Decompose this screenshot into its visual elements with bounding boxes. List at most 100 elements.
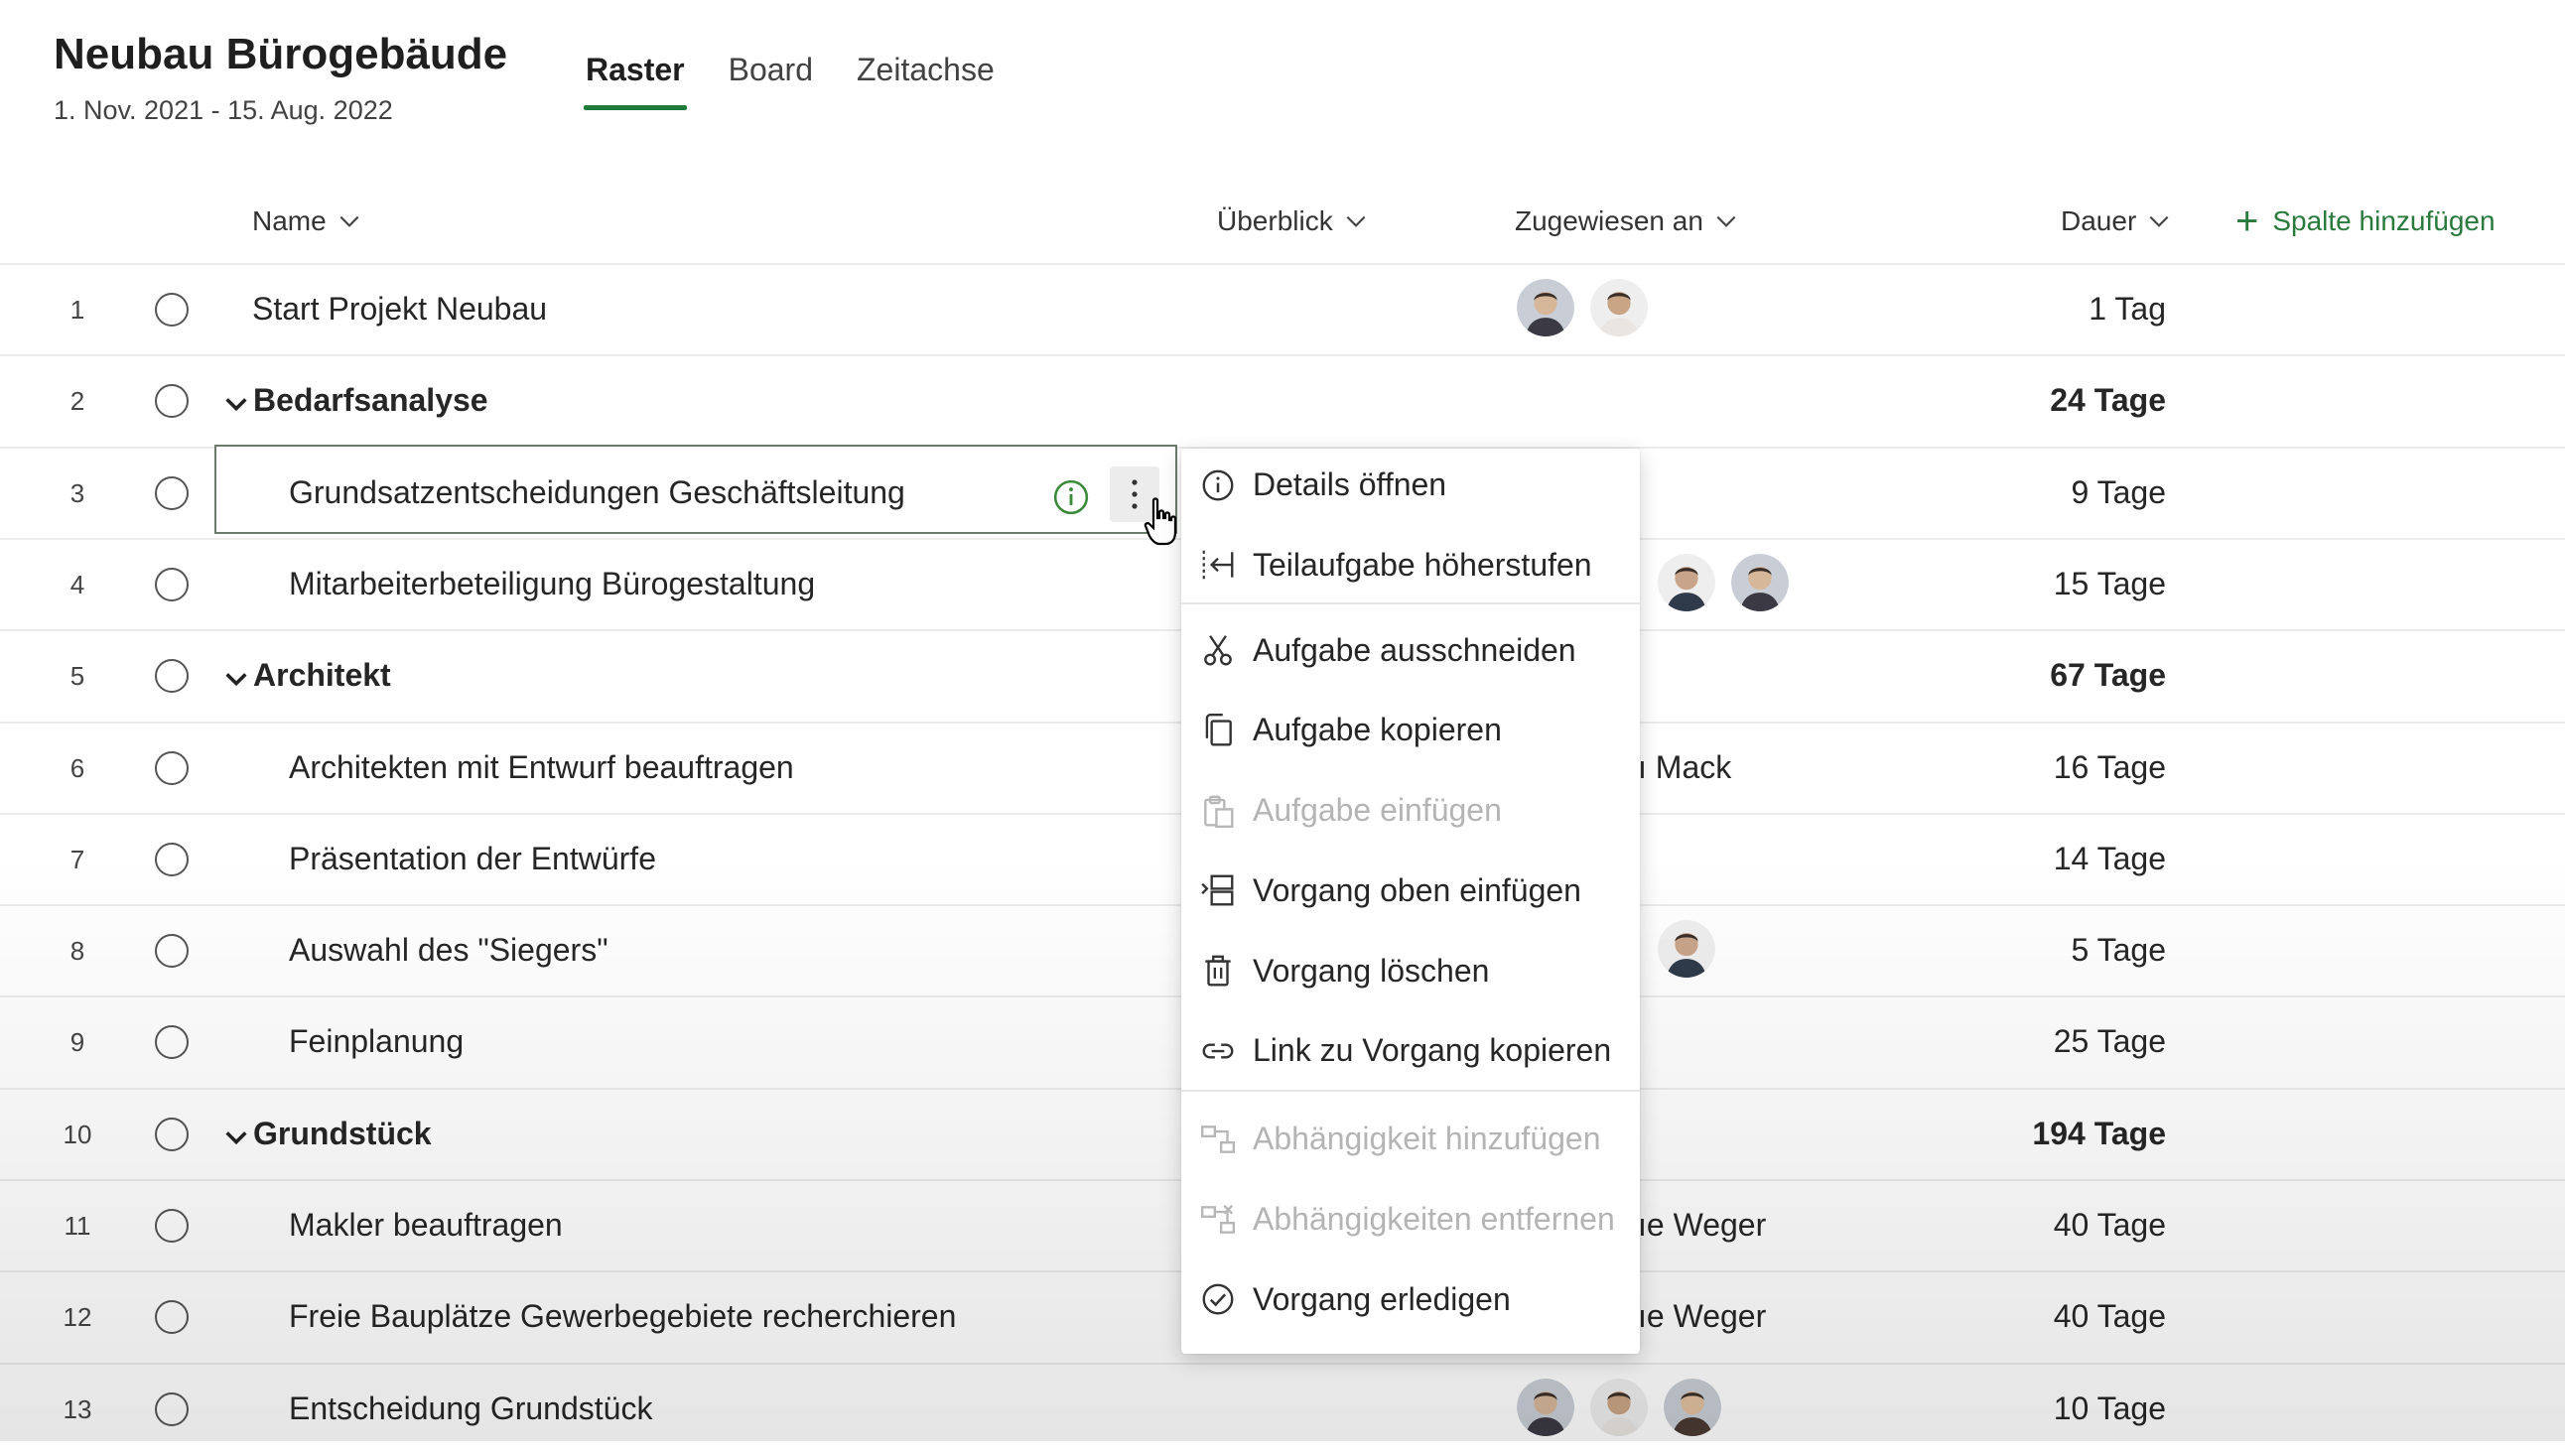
task-complete-checkbox[interactable] [155,1025,189,1060]
plan-title: Neubau Bürogebäude [54,30,508,78]
assignee-avatars[interactable] [1517,1378,1721,1436]
task-duration[interactable]: 15 Tage [2054,566,2166,602]
column-header-assigned[interactable]: Zugewiesen an [1515,199,1739,244]
avatar[interactable] [1517,1378,1574,1436]
task-name[interactable]: Mitarbeiterbeteiligung Bürogestaltung [289,566,815,602]
task-duration[interactable]: 5 Tage [2072,932,2167,969]
task-complete-checkbox[interactable] [155,659,189,694]
task-name[interactable]: Architekten mit Entwurf beauftragen [289,749,794,786]
assignee-avatars[interactable] [1658,553,1789,611]
task-row-number: 3 [69,477,85,508]
column-header-name[interactable]: Name [252,199,362,244]
task-duration[interactable]: 10 Tage [2054,1390,2166,1427]
task-complete-checkbox[interactable] [155,293,189,327]
avatar[interactable] [1664,1378,1721,1436]
task-duration[interactable]: 14 Tage [2054,841,2166,877]
menu-item-scissors[interactable]: Aufgabe ausschneiden [1181,615,1640,685]
task-name[interactable]: Start Projekt Neubau [252,291,547,328]
task-row-number: 5 [69,661,85,692]
add-column-label: Spalte hinzufügen [2272,205,2496,236]
task-complete-checkbox[interactable] [155,934,189,969]
promote-icon [1202,551,1234,580]
assignee-avatars[interactable] [1658,920,1715,979]
menu-item-check-circle[interactable]: Vorgang erledigen [1181,1264,1640,1334]
avatar[interactable] [1731,553,1789,611]
view-tabs: Raster Board Zeitachse [584,52,995,110]
column-header-duration-label: Dauer [2061,205,2137,236]
tab-raster[interactable]: Raster [584,52,687,110]
task-row-number: 10 [63,1119,92,1149]
task-complete-checkbox[interactable] [155,1117,189,1151]
task-complete-checkbox[interactable] [155,750,189,785]
task-name[interactable]: Präsentation der Entwürfe [289,841,656,877]
menu-item-label: Vorgang oben einfügen [1253,871,1581,908]
task-complete-checkbox[interactable] [155,567,189,601]
avatar[interactable] [1590,1378,1648,1436]
menu-item-label: Vorgang erledigen [1253,1280,1511,1317]
task-duration[interactable]: 24 Tage [2050,382,2166,419]
task-name[interactable]: Freie Bauplätze Gewerbegebiete recherchi… [289,1298,956,1335]
task-group-name[interactable]: Bedarfsanalyse [253,382,488,419]
chevron-down-icon[interactable] [222,665,250,693]
task-duration[interactable]: 40 Tage [2054,1207,2166,1244]
task-duration[interactable]: 40 Tage [2054,1298,2166,1335]
task-row[interactable]: 2 Bedarfsanalyse 24 Tage [0,354,2565,448]
task-row-number: 11 [64,1211,91,1241]
task-complete-checkbox[interactable] [155,1391,189,1426]
trash-icon [1205,955,1231,987]
task-complete-checkbox[interactable] [155,1209,189,1243]
assignee-name[interactable]: ıe Weger [1638,1207,1766,1244]
avatar[interactable] [1658,920,1715,979]
add-column-button[interactable]: + Spalte hinzufügen [2235,199,2496,244]
chevron-down-icon[interactable] [222,1124,250,1151]
tab-zeitachse[interactable]: Zeitachse [857,52,995,110]
task-duration[interactable]: 67 Tage [2050,657,2166,694]
task-complete-checkbox[interactable] [155,842,189,876]
task-row-number: 12 [63,1302,92,1333]
task-row[interactable]: 13 Entscheidung Grundstück 10 Tage [0,1362,2565,1456]
column-header-duration[interactable]: Dauer [2061,199,2172,244]
task-row[interactable]: 1 Start Projekt Neubau 1 Tag [0,263,2565,356]
column-header-overview[interactable]: Überblick [1217,199,1369,244]
chevron-down-icon[interactable] [222,390,250,418]
task-context-menu: Details öffnen Teilaufgabe höherstufen Auf… [1181,449,1640,1354]
task-name[interactable]: Makler beauftragen [289,1207,563,1244]
tab-board[interactable]: Board [729,52,813,110]
plan-date-range: 1. Nov. 2021 - 15. Aug. 2022 [54,95,393,125]
task-duration[interactable]: 16 Tage [2054,749,2166,786]
task-duration[interactable]: 25 Tage [2054,1023,2166,1060]
task-complete-checkbox[interactable] [155,1300,189,1335]
menu-item-insert-above[interactable]: Vorgang oben einfügen [1181,856,1640,925]
task-name[interactable]: Feinplanung [289,1023,464,1060]
menu-item-link[interactable]: Link zu Vorgang kopieren [1181,1016,1640,1086]
menu-separator [1181,1090,1640,1093]
task-duration[interactable]: 9 Tage [2072,474,2167,511]
assignee-name[interactable]: ıe Weger [1638,1298,1766,1335]
menu-item-copy[interactable]: Aufgabe kopieren [1181,696,1640,765]
avatar[interactable] [1517,279,1574,336]
task-duration[interactable]: 1 Tag [2089,291,2166,328]
task-name[interactable]: Grundsatzentscheidungen Geschäftsleitung [289,474,905,511]
menu-item-promote[interactable]: Teilaufgabe höherstufen [1181,530,1640,599]
add-dependency-icon [1200,1125,1236,1153]
task-group-name[interactable]: Architekt [253,657,391,694]
task-duration[interactable]: 194 Tage [2032,1116,2166,1152]
menu-item-info[interactable]: Details öffnen [1181,451,1640,520]
task-row-number: 1 [69,295,85,325]
info-icon[interactable] [1052,478,1090,516]
more-vertical-icon [1132,479,1138,509]
menu-item-remove-dependency: Abhängigkeiten entfernen [1181,1185,1640,1255]
avatar[interactable] [1590,279,1648,336]
avatar[interactable] [1658,553,1715,611]
task-name[interactable]: Entscheidung Grundstück [289,1390,652,1427]
task-complete-checkbox[interactable] [155,475,189,510]
task-complete-checkbox[interactable] [155,384,189,419]
task-group-name[interactable]: Grundstück [253,1116,432,1152]
menu-item-trash[interactable]: Vorgang löschen [1181,936,1640,1005]
task-name[interactable]: Auswahl des "Siegers" [289,932,608,969]
task-row-number: 13 [63,1393,92,1424]
assignee-avatars[interactable] [1517,279,1648,336]
assignee-name[interactable]: ı Mack [1638,749,1731,786]
remove-dependency-icon [1200,1204,1236,1234]
task-row-number: 8 [69,936,85,967]
